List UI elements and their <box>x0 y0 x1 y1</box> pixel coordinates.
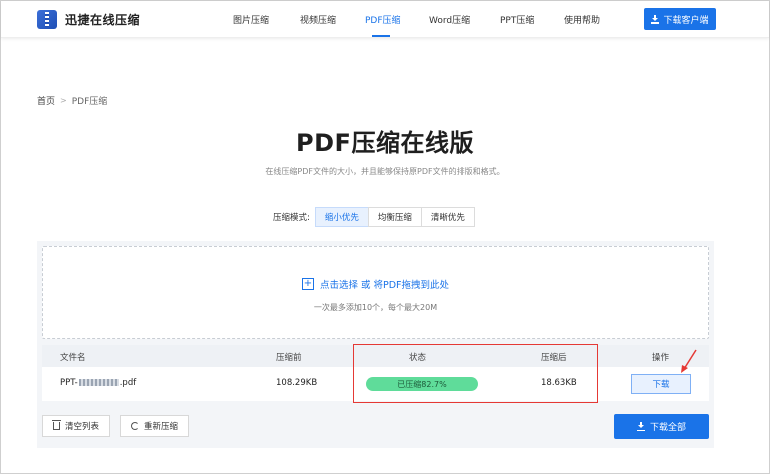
highlight-annotation-box <box>353 344 598 403</box>
upload-dropzone[interactable]: + 点击选择 或 将PDF拖拽到此处 一次最多添加10个，每个最大20M <box>42 246 709 339</box>
nav-word-compress[interactable]: Word压缩 <box>429 13 470 26</box>
obscured-filename <box>78 379 119 386</box>
page-subtitle: 在线压缩PDF文件的大小，并且能够保持原PDF文件的排版和格式。 <box>265 167 505 176</box>
file-name: PPT- .pdf <box>60 378 137 388</box>
download-all-label: 下载全部 <box>649 423 686 433</box>
download-client-label: 下载客户端 <box>663 15 709 26</box>
upload-prompt: + 点击选择 或 将PDF拖拽到此处 <box>43 277 708 291</box>
nav-video-compress[interactable]: 视频压缩 <box>300 13 336 26</box>
col-before: 压缩前 <box>276 353 302 363</box>
page-title: PDF压缩在线版 <box>296 129 474 157</box>
nav-active-indicator <box>372 35 390 37</box>
download-icon <box>651 14 660 24</box>
clear-list-button[interactable]: 清空列表 <box>42 415 111 437</box>
breadcrumb-home[interactable]: 首页 <box>37 94 55 107</box>
zip-logo-icon <box>37 10 57 29</box>
top-header: 迅捷在线压缩 图片压缩 视频压缩 PDF压缩 Word压缩 PPT压缩 使用帮助… <box>1 1 769 38</box>
annotation-arrow-icon <box>681 349 697 373</box>
plus-icon: + <box>301 278 314 290</box>
nav-image-compress[interactable]: 图片压缩 <box>233 13 269 26</box>
download-all-button[interactable]: 下载全部 <box>614 414 709 439</box>
breadcrumb-current: PDF压缩 <box>71 97 108 107</box>
breadcrumb: 首页 > PDF压缩 <box>37 94 107 107</box>
refresh-icon <box>131 422 139 430</box>
nav-pdf-compress[interactable]: PDF压缩 <box>365 13 401 26</box>
logo-text: 迅捷在线压缩 <box>65 13 141 27</box>
compress-mode-selector: 压缩模式: 缩小优先 均衡压缩 清晰优先 <box>273 207 475 227</box>
mode-clear[interactable]: 清晰优先 <box>420 207 475 227</box>
recompress-label: 重新压缩 <box>144 422 179 432</box>
upload-hint: 一次最多添加10个，每个最大20M <box>313 303 438 312</box>
download-client-button[interactable]: 下载客户端 <box>644 8 716 30</box>
recompress-button[interactable]: 重新压缩 <box>120 415 190 437</box>
col-filename: 文件名 <box>60 353 86 363</box>
breadcrumb-separator: > <box>60 96 67 105</box>
mode-balanced[interactable]: 均衡压缩 <box>367 207 422 227</box>
trash-icon <box>52 420 61 430</box>
nav-help[interactable]: 使用帮助 <box>564 13 600 26</box>
upload-text[interactable]: 点击选择 或 将PDF拖拽到此处 <box>320 277 449 291</box>
clear-list-label: 清空列表 <box>65 422 100 432</box>
download-file-button[interactable]: 下载 <box>631 374 691 394</box>
download-icon <box>636 422 645 431</box>
col-action: 操作 <box>652 353 670 363</box>
nav-ppt-compress[interactable]: PPT压缩 <box>500 13 534 26</box>
compress-mode-label: 压缩模式: <box>273 213 310 223</box>
logo[interactable]: 迅捷在线压缩 <box>37 10 140 29</box>
size-before: 108.29KB <box>276 378 318 388</box>
mode-smallest[interactable]: 缩小优先 <box>314 207 369 227</box>
